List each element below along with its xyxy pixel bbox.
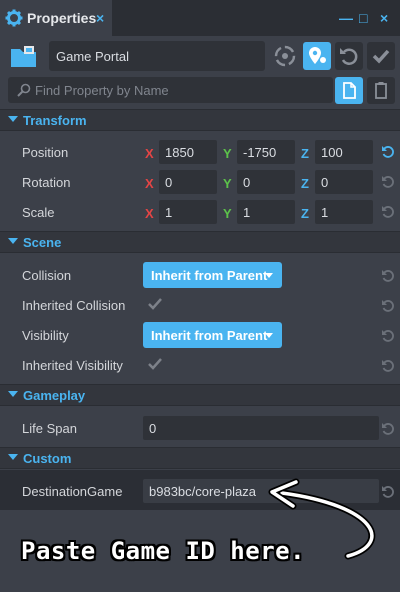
- tab-properties[interactable]: Properties ×: [0, 0, 112, 36]
- section-gameplay[interactable]: Gameplay: [0, 384, 400, 406]
- collision-reset-icon[interactable]: [381, 268, 395, 285]
- collapse-triangle-icon: [8, 454, 18, 460]
- copy-properties-button[interactable]: [335, 77, 363, 104]
- section-scene-label: Scene: [23, 235, 62, 250]
- network-icon: [271, 45, 299, 73]
- inherited-collision-reset-icon[interactable]: [381, 298, 395, 315]
- rotation-label: Rotation: [22, 175, 71, 190]
- search-placeholder: Find Property by Name: [35, 83, 169, 98]
- life-span-label: Life Span: [22, 421, 77, 436]
- visibility-reset-icon[interactable]: [381, 328, 395, 345]
- scale-reset-icon[interactable]: [381, 204, 395, 221]
- tab-close-button[interactable]: ×: [96, 10, 104, 26]
- rotation-reset-icon[interactable]: [381, 174, 395, 191]
- annotation-text: Paste Game ID here.: [21, 537, 306, 565]
- section-custom[interactable]: Custom: [0, 447, 400, 469]
- panel-title: Properties: [27, 10, 97, 26]
- minimize-button[interactable]: —: [339, 10, 353, 26]
- rotation-y-axis-label: Y: [223, 176, 232, 191]
- position-y-field[interactable]: -1750: [237, 140, 295, 164]
- inherited-visibility-checkmark-icon: [148, 358, 162, 373]
- section-transform[interactable]: Transform: [0, 109, 400, 131]
- visibility-label: Visibility: [22, 328, 69, 343]
- position-x-axis-label: X: [145, 146, 154, 161]
- revert-button[interactable]: [335, 42, 363, 70]
- paste-properties-button[interactable]: [367, 77, 395, 104]
- inherited-collision-checkmark-icon: [148, 298, 162, 313]
- checkmark-icon: [367, 49, 395, 73]
- scale-y-field[interactable]: 1: [237, 200, 295, 224]
- clipboard-icon: [367, 82, 395, 107]
- collision-label: Collision: [22, 268, 72, 283]
- position-x-field[interactable]: 1850: [159, 140, 217, 164]
- collapse-triangle-icon: [8, 238, 18, 244]
- rotation-z-field[interactable]: 0: [315, 170, 373, 194]
- object-name-field[interactable]: Game Portal: [49, 41, 265, 71]
- panel-titlebar: Properties × — □ ×: [0, 0, 400, 36]
- position-z-field[interactable]: 100: [315, 140, 373, 164]
- chevron-down-icon: [265, 273, 273, 278]
- collapse-triangle-icon: [8, 116, 18, 122]
- document-icon: [335, 82, 363, 107]
- life-span-field[interactable]: 0: [143, 416, 379, 440]
- property-search-input[interactable]: Find Property by Name: [8, 77, 333, 103]
- section-custom-label: Custom: [23, 451, 72, 466]
- scale-z-axis-label: Z: [301, 206, 309, 221]
- network-context-button[interactable]: [271, 42, 299, 70]
- location-button[interactable]: [303, 42, 331, 70]
- undo-icon: [335, 48, 363, 73]
- rotation-z-axis-label: Z: [301, 176, 309, 191]
- maximize-button[interactable]: □: [359, 10, 367, 26]
- section-transform-label: Transform: [23, 113, 87, 128]
- folder-icon: [10, 45, 38, 72]
- collapse-triangle-icon: [8, 391, 18, 397]
- inherited-visibility-label: Inherited Visibility: [22, 358, 123, 373]
- search-icon: [17, 83, 31, 97]
- position-z-axis-label: Z: [301, 146, 309, 161]
- rotation-x-axis-label: X: [145, 176, 154, 191]
- collision-dropdown-value: Inherit from Parent: [151, 268, 268, 283]
- map-pin-icon: [303, 47, 331, 73]
- scale-x-field[interactable]: 1: [159, 200, 217, 224]
- section-scene[interactable]: Scene: [0, 231, 400, 253]
- position-y-axis-label: Y: [223, 146, 232, 161]
- scale-label: Scale: [22, 205, 55, 220]
- scale-y-axis-label: Y: [223, 206, 232, 221]
- inherited-visibility-reset-icon[interactable]: [381, 358, 395, 375]
- inherited-collision-label: Inherited Collision: [22, 298, 126, 313]
- collision-dropdown[interactable]: Inherit from Parent: [143, 262, 282, 288]
- visibility-dropdown-value: Inherit from Parent: [151, 328, 268, 343]
- apply-button[interactable]: [367, 42, 395, 70]
- position-label: Position: [22, 145, 69, 160]
- scale-x-axis-label: X: [145, 206, 154, 221]
- life-span-reset-icon[interactable]: [381, 421, 395, 438]
- gear-icon: [5, 9, 23, 30]
- scale-z-field[interactable]: 1: [315, 200, 373, 224]
- chevron-down-icon: [265, 333, 273, 338]
- window-close-button[interactable]: ×: [380, 10, 388, 26]
- position-reset-icon[interactable]: [381, 144, 395, 161]
- rotation-y-field[interactable]: 0: [237, 170, 295, 194]
- section-gameplay-label: Gameplay: [23, 388, 86, 403]
- visibility-dropdown[interactable]: Inherit from Parent: [143, 322, 282, 348]
- destination-game-label: DestinationGame: [22, 484, 123, 499]
- rotation-x-field[interactable]: 0: [159, 170, 217, 194]
